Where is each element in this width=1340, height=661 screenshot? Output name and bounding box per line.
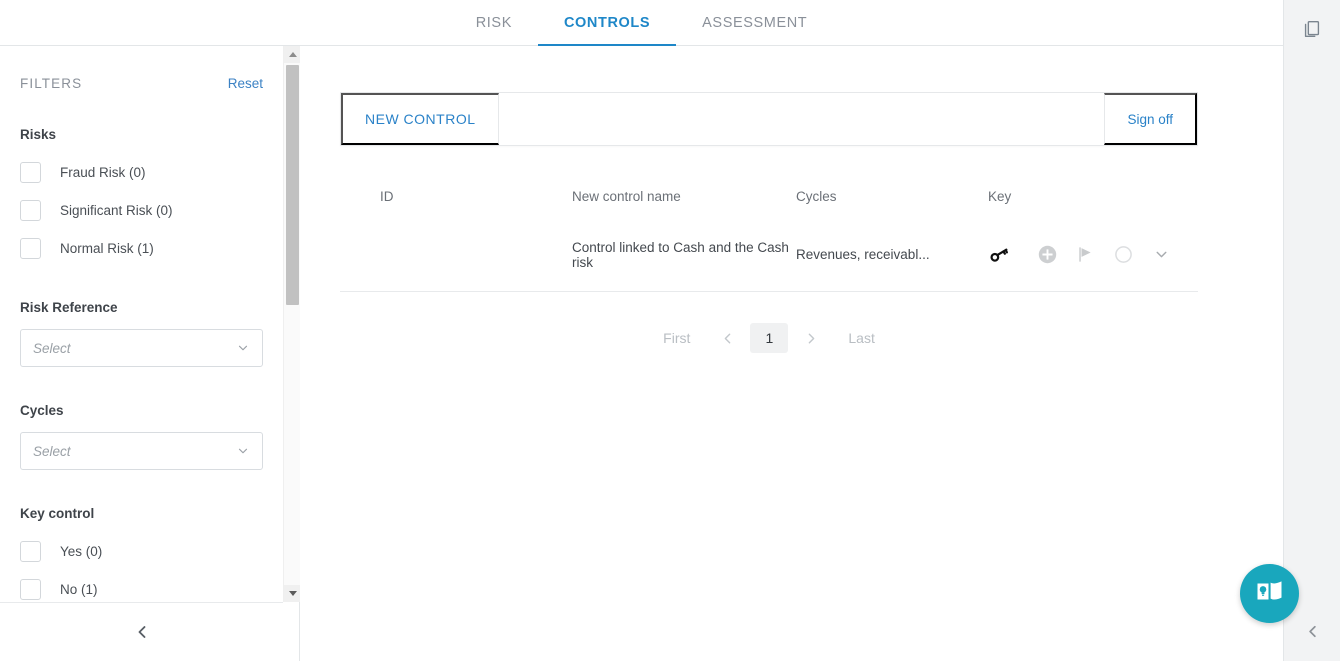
cell-key (964, 244, 1036, 266)
checkbox-box[interactable] (20, 162, 41, 183)
filters-header: FILTERS Reset (20, 46, 263, 91)
checkbox-fraud-risk[interactable]: Fraud Risk (0) (20, 156, 263, 188)
sign-off-button[interactable]: Sign off (1104, 93, 1197, 145)
checkbox-key-control-no[interactable]: No (1) (20, 573, 263, 602)
cell-cycles: Revenues, receivabl... (796, 247, 964, 262)
new-control-button[interactable]: NEW CONTROL (341, 93, 499, 145)
top-tab-bar: RISK CONTROLS ASSESSMENT (0, 0, 1283, 46)
checkbox-key-control-yes[interactable]: Yes (0) (20, 535, 263, 567)
filter-group-cycles: Cycles Select (20, 403, 263, 470)
app-root: RISK CONTROLS ASSESSMENT FILTERS Reset R… (0, 0, 1340, 661)
key-icon (988, 244, 1010, 266)
checkbox-box[interactable] (20, 238, 41, 259)
cell-control-name: Control linked to Cash and the Cash risk (436, 240, 796, 270)
chevron-down-icon (236, 444, 250, 458)
circle-outline-icon[interactable] (1112, 244, 1134, 266)
filter-group-label-risk-reference: Risk Reference (20, 300, 263, 315)
filters-scroll-area: FILTERS Reset Risks Fraud Risk (0) Signi… (0, 46, 283, 602)
pagination: First 1 Last (340, 321, 1198, 355)
add-circle-icon[interactable] (1036, 244, 1058, 266)
scroll-up-arrow[interactable] (284, 46, 301, 63)
help-fab-button[interactable] (1240, 564, 1299, 623)
checkbox-box[interactable] (20, 200, 41, 221)
right-rail (1283, 0, 1340, 661)
column-header-key: Key (964, 189, 1036, 204)
controls-table: ID New control name Cycles Key Control l… (340, 174, 1198, 292)
chevron-left-icon (132, 622, 152, 642)
filter-group-risk-reference: Risk Reference Select (20, 300, 263, 367)
filter-group-risks: Risks Fraud Risk (0) Significant Risk (0… (20, 127, 263, 264)
right-rail-collapse-button[interactable] (1300, 618, 1324, 644)
column-header-name: New control name (436, 189, 796, 204)
table-header-row: ID New control name Cycles Key (340, 174, 1198, 218)
tab-risk[interactable]: RISK (450, 0, 538, 46)
checkbox-label: No (1) (60, 582, 98, 597)
chevron-left-icon (719, 330, 736, 347)
cycles-select[interactable]: Select (20, 432, 263, 470)
checkbox-box[interactable] (20, 541, 41, 562)
checkbox-normal-risk[interactable]: Normal Risk (1) (20, 232, 263, 264)
tab-assessment[interactable]: ASSESSMENT (676, 0, 833, 46)
checkbox-label: Yes (0) (60, 544, 102, 559)
pagination-prev-button[interactable] (710, 321, 744, 355)
risk-reference-select[interactable]: Select (20, 329, 263, 367)
chevron-right-icon (803, 330, 820, 347)
content-wrapper: NEW CONTROL Sign off ID New control name… (340, 92, 1198, 355)
chevron-left-icon (1303, 622, 1322, 641)
checkbox-label: Fraud Risk (0) (60, 165, 146, 180)
copy-icon[interactable] (1301, 18, 1323, 40)
tab-list: RISK CONTROLS ASSESSMENT (450, 0, 834, 46)
main-content: NEW CONTROL Sign off ID New control name… (300, 46, 1283, 661)
pagination-first[interactable]: First (649, 324, 704, 352)
control-action-bar: NEW CONTROL Sign off (340, 92, 1198, 146)
chevron-down-icon (236, 341, 250, 355)
checkbox-label: Normal Risk (1) (60, 241, 154, 256)
tab-controls[interactable]: CONTROLS (538, 0, 676, 46)
flag-icon[interactable] (1074, 244, 1096, 266)
filters-sidebar: FILTERS Reset Risks Fraud Risk (0) Signi… (0, 46, 300, 661)
filters-title: FILTERS (20, 76, 82, 91)
filter-group-label-key-control: Key control (20, 506, 263, 521)
pagination-next-button[interactable] (794, 321, 828, 355)
filter-group-label-risks: Risks (20, 127, 263, 142)
cycles-select-placeholder: Select (33, 444, 71, 459)
reset-filters-link[interactable]: Reset (228, 76, 263, 91)
column-header-cycles: Cycles (796, 189, 964, 204)
column-header-id: ID (340, 189, 436, 204)
scrollbar-thumb[interactable] (286, 65, 299, 305)
risk-reference-select-placeholder: Select (33, 341, 71, 356)
checkbox-box[interactable] (20, 579, 41, 600)
checkbox-significant-risk[interactable]: Significant Risk (0) (20, 194, 263, 226)
book-lightbulb-icon (1254, 575, 1286, 612)
pagination-page-1[interactable]: 1 (750, 323, 788, 353)
pagination-last[interactable]: Last (834, 324, 888, 352)
sidebar-scrollbar[interactable] (283, 46, 300, 602)
chevron-down-icon[interactable] (1150, 244, 1172, 266)
filter-group-label-cycles: Cycles (20, 403, 263, 418)
table-row[interactable]: Control linked to Cash and the Cash risk… (340, 218, 1198, 292)
cell-row-actions (1036, 244, 1198, 266)
filter-group-key-control: Key control Yes (0) No (1) (20, 506, 263, 602)
sidebar-collapse-button[interactable] (0, 602, 283, 661)
checkbox-label: Significant Risk (0) (60, 203, 173, 218)
scroll-down-arrow[interactable] (284, 585, 301, 602)
action-bar-spacer (499, 93, 1105, 145)
